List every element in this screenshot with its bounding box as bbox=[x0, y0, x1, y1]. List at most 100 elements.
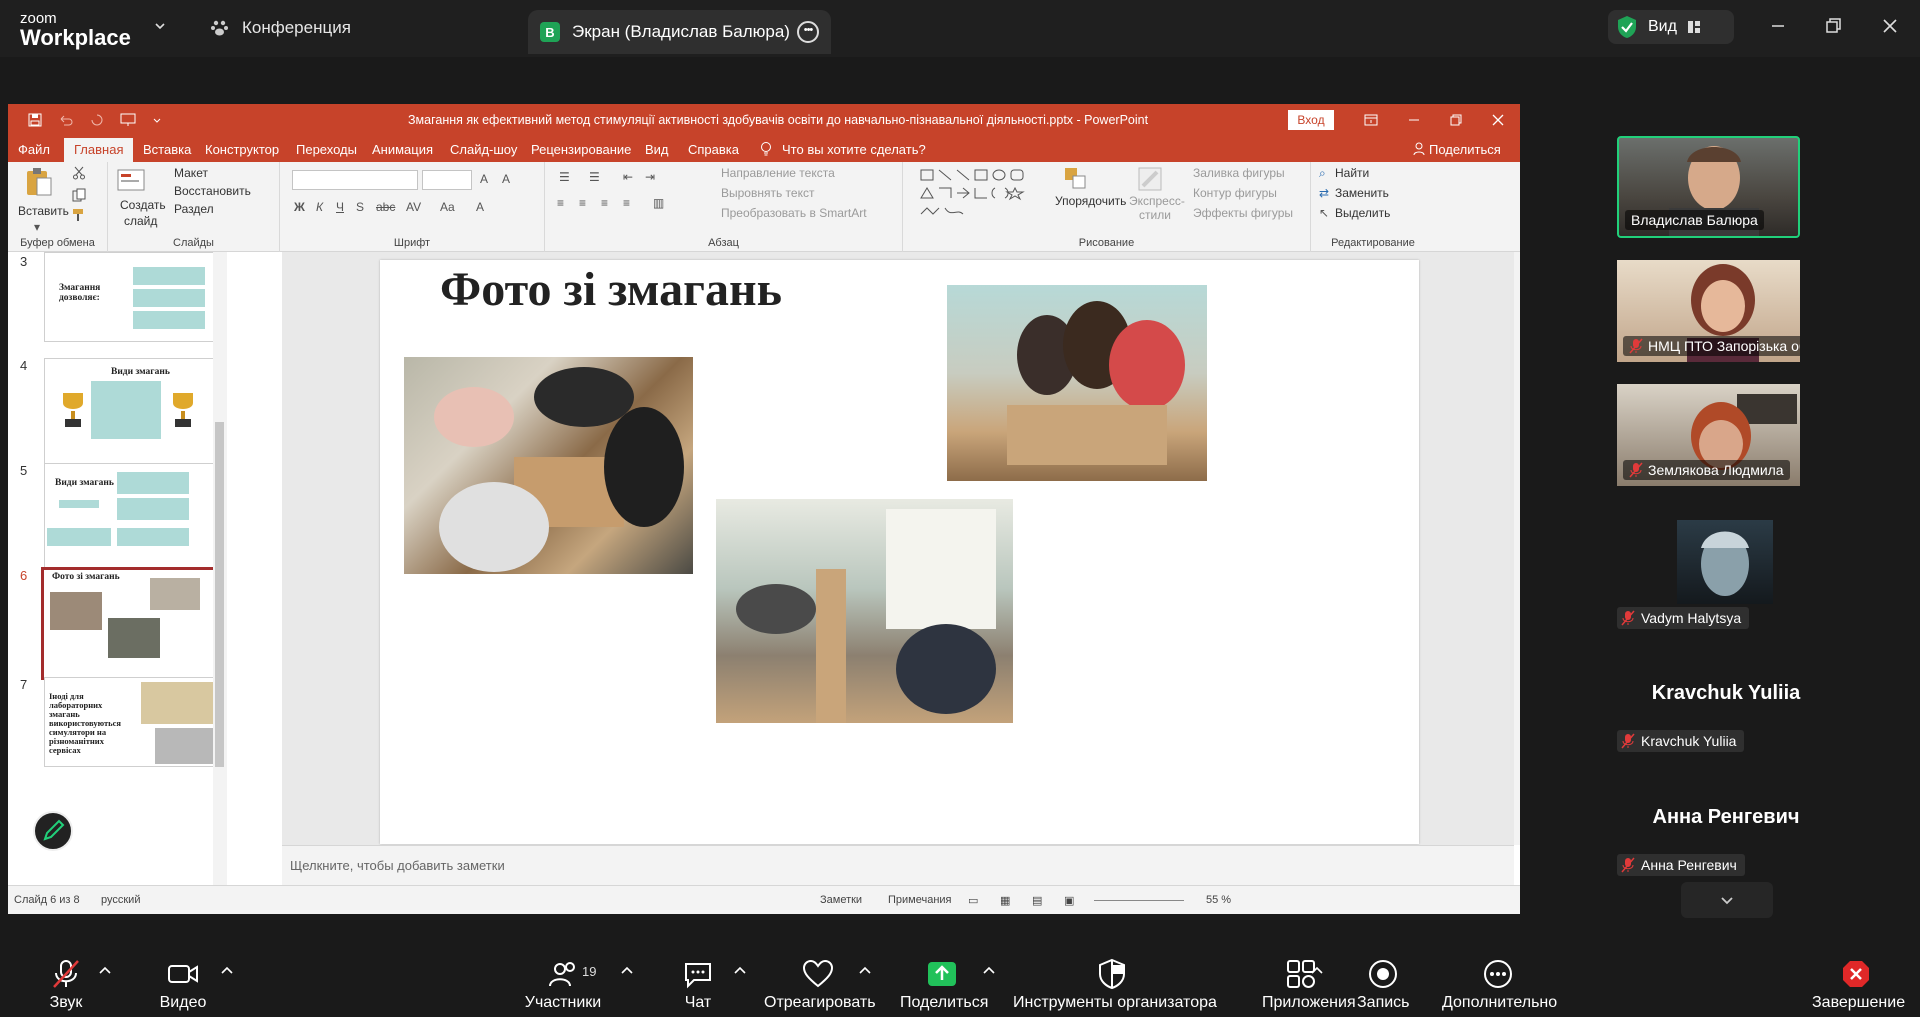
shape-outline-button[interactable]: Контур фигуры bbox=[1193, 186, 1277, 200]
shape-effects-button[interactable]: Эффекты фигуры bbox=[1193, 206, 1293, 220]
more-options-icon[interactable]: ••• bbox=[797, 21, 819, 43]
customize-toolbar-icon[interactable] bbox=[152, 113, 162, 127]
tab-home[interactable]: Главная bbox=[64, 138, 134, 162]
replace-icon[interactable]: ⇄ bbox=[1319, 186, 1329, 200]
cut-icon[interactable] bbox=[72, 166, 86, 180]
tab-review[interactable]: Рецензирование bbox=[531, 142, 631, 157]
ribbon-display-options-icon[interactable] bbox=[1363, 112, 1379, 128]
tab-slideshow[interactable]: Слайд-шоу bbox=[450, 142, 517, 157]
apps-options-caret[interactable] bbox=[1310, 965, 1324, 975]
slide-sorter-icon[interactable]: ▦ bbox=[1000, 894, 1010, 907]
apps-button[interactable]: Приложения bbox=[1262, 958, 1356, 1012]
italic-icon[interactable]: К bbox=[316, 200, 323, 214]
shape-fill-button[interactable]: Заливка фигуры bbox=[1193, 166, 1285, 180]
arrange-button[interactable]: Упорядочить bbox=[1055, 194, 1126, 208]
tab-design[interactable]: Конструктор bbox=[205, 142, 279, 157]
reset-button[interactable]: Восстановить bbox=[174, 184, 251, 198]
arrange-icon[interactable] bbox=[1063, 166, 1093, 194]
chevron-down-icon[interactable] bbox=[154, 20, 166, 32]
view-button[interactable]: Вид bbox=[1608, 10, 1734, 44]
new-slide-button[interactable]: Создать bbox=[120, 198, 166, 212]
share-screen-button[interactable]: Поделиться bbox=[900, 958, 988, 1012]
competition-photo-3[interactable] bbox=[716, 499, 1013, 723]
slide-thumbnail-3[interactable]: Змагання дозволяє: bbox=[44, 252, 225, 342]
copy-icon[interactable] bbox=[72, 188, 86, 202]
slide-thumbnail-6[interactable]: Фото зі змагань bbox=[41, 567, 225, 680]
text-direction-button[interactable]: Направление текста bbox=[721, 166, 835, 180]
language-status[interactable]: русский bbox=[101, 894, 140, 906]
end-meeting-button[interactable]: Завершение bbox=[1812, 958, 1905, 1012]
change-case-icon[interactable]: Aa bbox=[440, 200, 455, 214]
find-button[interactable]: Найти bbox=[1335, 166, 1369, 180]
tab-insert[interactable]: Вставка bbox=[143, 142, 191, 157]
paste-dropdown-icon[interactable]: ▾ bbox=[34, 220, 40, 234]
select-icon[interactable]: ↖ bbox=[1319, 206, 1329, 220]
thumbnail-scrollbar[interactable] bbox=[213, 252, 227, 885]
ppt-share-button[interactable]: Поделиться bbox=[1429, 142, 1501, 157]
format-painter-icon[interactable] bbox=[72, 208, 86, 222]
comments-toggle-button[interactable]: Примечания bbox=[888, 894, 952, 906]
zoom-slider[interactable] bbox=[1094, 900, 1184, 901]
new-slide-icon[interactable] bbox=[116, 166, 146, 196]
video-tile-speaker[interactable]: Владислав Балюра bbox=[1617, 136, 1800, 238]
ppt-restore-icon[interactable] bbox=[1448, 112, 1464, 128]
slide-scrollbar[interactable] bbox=[1514, 252, 1520, 845]
video-button[interactable]: Видео bbox=[156, 958, 210, 1012]
shapes-gallery[interactable] bbox=[919, 168, 1031, 224]
save-icon[interactable] bbox=[28, 113, 42, 127]
replace-button[interactable]: Заменить bbox=[1335, 186, 1389, 200]
slide-thumbnail-7[interactable]: Іноді для лабораторних змагань використо… bbox=[44, 677, 225, 767]
share-options-caret[interactable] bbox=[982, 965, 996, 975]
convert-smartart-button[interactable]: Преобразовать в SmartArt bbox=[721, 206, 867, 220]
find-icon[interactable]: ⌕ bbox=[1319, 166, 1326, 181]
shadow-icon[interactable]: S bbox=[356, 200, 364, 214]
tab-conference[interactable]: Конференция bbox=[210, 10, 351, 46]
numbering-icon[interactable]: ☰ bbox=[589, 170, 600, 184]
slide-title[interactable]: Фото зі змагань bbox=[440, 262, 782, 317]
select-button[interactable]: Выделить bbox=[1335, 206, 1390, 220]
quick-styles-button[interactable]: Экспресс- bbox=[1129, 194, 1185, 208]
paste-button[interactable]: Вставить bbox=[18, 204, 69, 218]
restore-icon[interactable] bbox=[1823, 16, 1843, 36]
react-button[interactable]: Отреагировать bbox=[764, 958, 876, 1012]
redo-icon[interactable] bbox=[90, 113, 104, 127]
more-button[interactable]: Дополнительно bbox=[1442, 958, 1557, 1012]
video-tile-participant-2[interactable]: НМЦ ПТО Запорізька об... bbox=[1617, 260, 1800, 362]
tab-help[interactable]: Справка bbox=[688, 142, 739, 157]
quick-styles-button-line2[interactable]: стили bbox=[1139, 208, 1171, 222]
annotate-button[interactable] bbox=[33, 811, 73, 851]
align-center-icon[interactable]: ≡ bbox=[579, 196, 586, 210]
participants-options-caret[interactable] bbox=[620, 965, 634, 975]
align-left-icon[interactable]: ≡ bbox=[557, 196, 564, 210]
reading-view-icon[interactable]: ▤ bbox=[1032, 894, 1042, 907]
char-spacing-icon[interactable]: AV bbox=[406, 200, 421, 214]
new-slide-button-line2[interactable]: слайд bbox=[124, 214, 157, 228]
minimize-icon[interactable] bbox=[1768, 16, 1788, 36]
tab-screen-share[interactable]: В Экран (Владислав Балюра) ••• bbox=[528, 10, 831, 54]
host-tools-button[interactable]: Инструменты организатора bbox=[1013, 958, 1217, 1012]
underline-icon[interactable]: Ч bbox=[336, 200, 344, 214]
strikethrough-icon[interactable]: abc bbox=[376, 200, 395, 214]
undo-icon[interactable] bbox=[58, 113, 74, 127]
video-tile-participant-3[interactable]: Землякова Людмила bbox=[1617, 384, 1800, 486]
quick-styles-icon[interactable] bbox=[1135, 166, 1165, 194]
slide-thumbnail-5[interactable]: Види змагань bbox=[44, 463, 225, 573]
chat-options-caret[interactable] bbox=[733, 965, 747, 975]
audio-options-caret[interactable] bbox=[98, 965, 112, 975]
columns-icon[interactable]: ▥ bbox=[653, 196, 664, 210]
grow-font-icon[interactable]: A bbox=[480, 172, 488, 186]
shrink-font-icon[interactable]: A bbox=[502, 172, 510, 186]
close-icon[interactable] bbox=[1880, 16, 1900, 36]
tab-animations[interactable]: Анимация bbox=[372, 142, 433, 157]
scroll-down-button[interactable] bbox=[1681, 882, 1773, 918]
slideshow-from-start-icon[interactable] bbox=[120, 113, 136, 127]
justify-icon[interactable]: ≡ bbox=[623, 196, 630, 210]
sign-in-button[interactable]: Вход bbox=[1288, 110, 1334, 130]
align-text-button[interactable]: Выровнять текст bbox=[721, 186, 814, 200]
competition-photo-2[interactable] bbox=[947, 285, 1207, 481]
paste-icon[interactable] bbox=[24, 166, 54, 198]
bold-icon[interactable]: Ж bbox=[294, 200, 305, 214]
ppt-close-icon[interactable] bbox=[1490, 112, 1506, 128]
tell-me-search[interactable]: Что вы хотите сделать? bbox=[782, 142, 926, 157]
zoom-level[interactable]: 55 % bbox=[1206, 894, 1231, 906]
